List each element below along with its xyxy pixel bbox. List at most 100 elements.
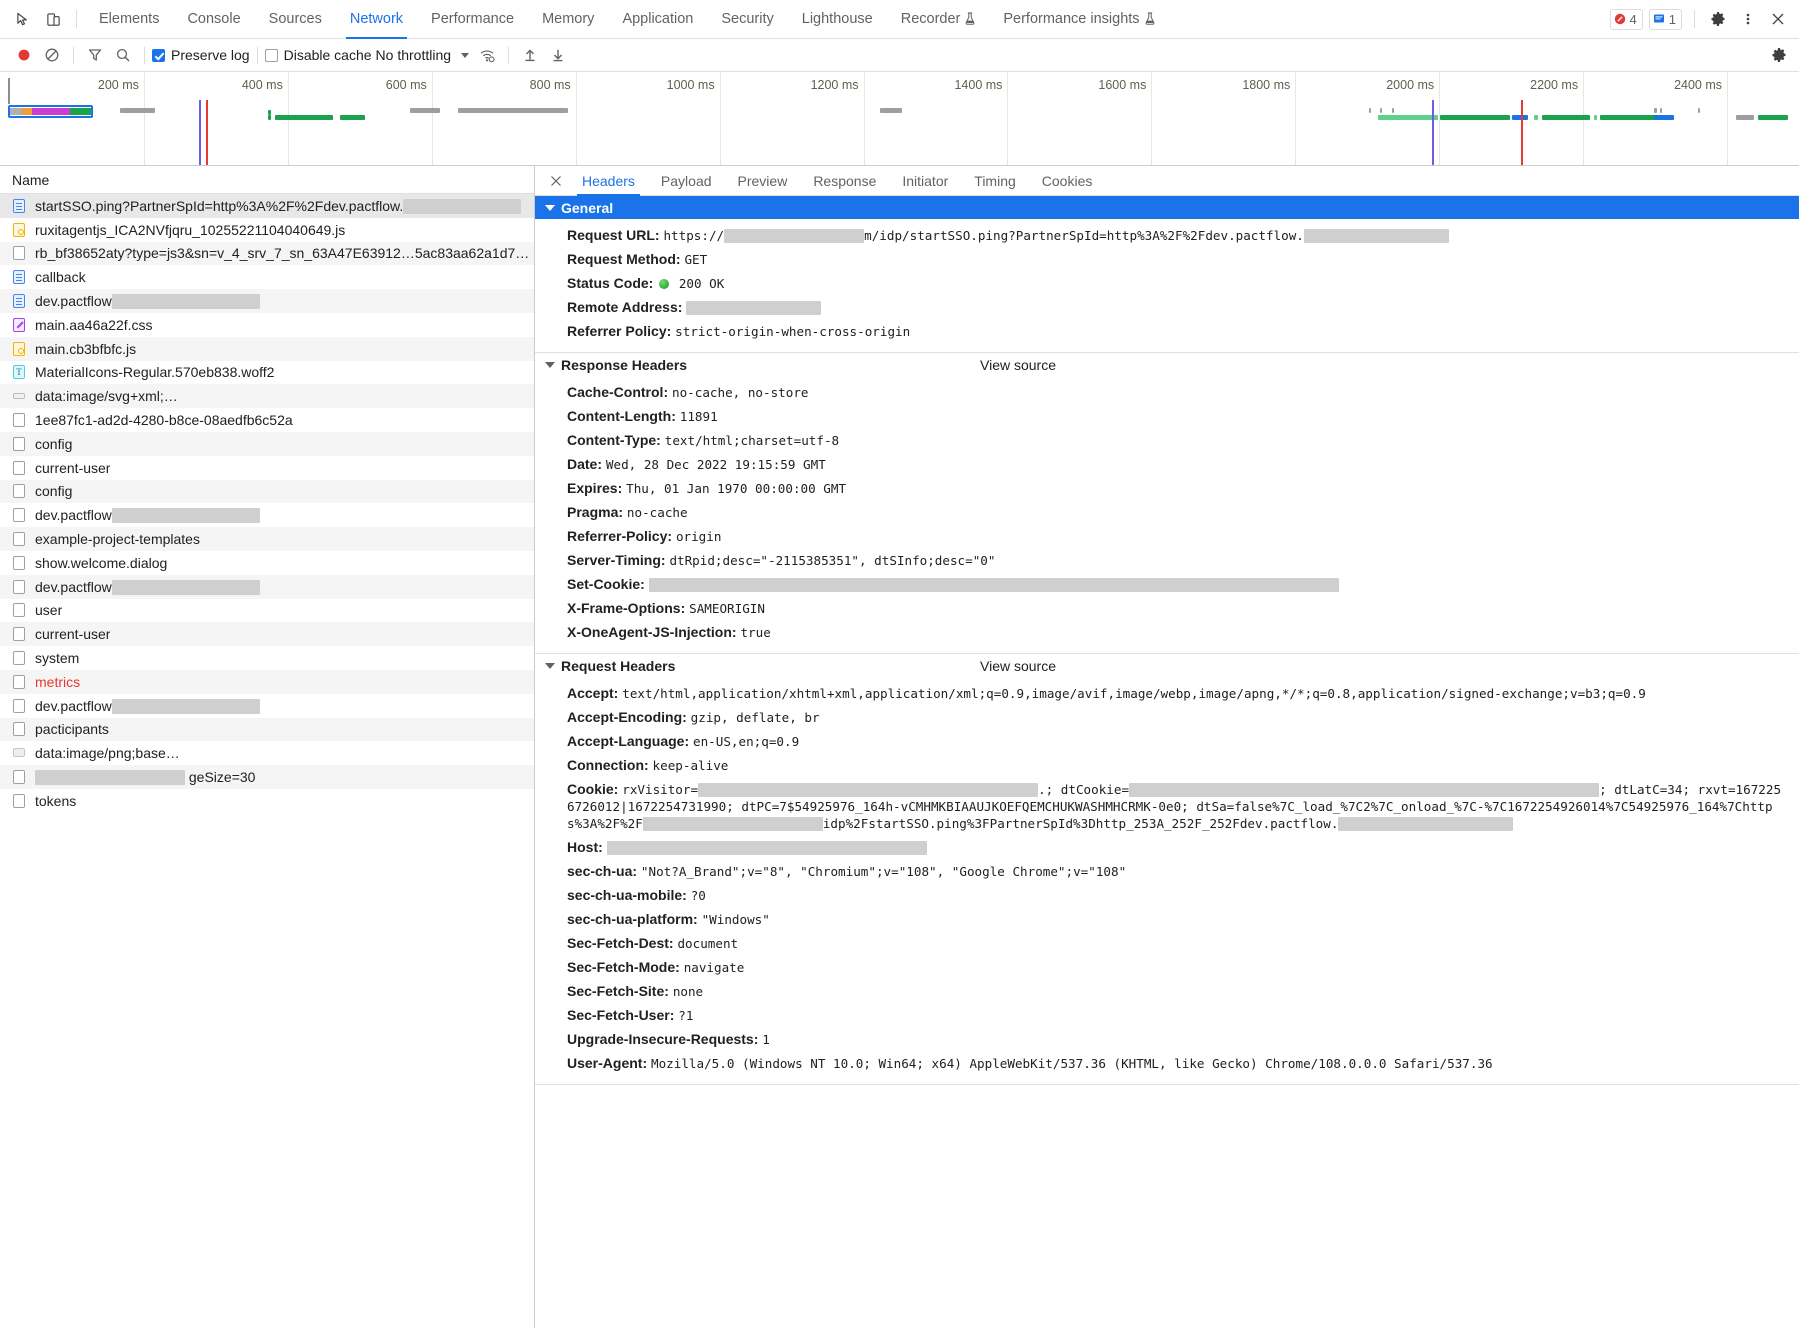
header-row[interactable]: sec-ch-ua-mobile: ?0 — [535, 883, 1799, 907]
panel-tab-performance[interactable]: Performance — [417, 0, 528, 39]
panel-tab-performance-insights[interactable]: Performance insights — [989, 0, 1168, 39]
header-row[interactable]: Date: Wed, 28 Dec 2022 19:15:59 GMT — [535, 452, 1799, 476]
header-row[interactable]: sec-ch-ua-platform: "Windows" — [535, 907, 1799, 931]
header-row[interactable]: X-Frame-Options: SAMEORIGIN — [535, 596, 1799, 620]
header-row[interactable]: Server-Timing: dtRpid;desc="-2115385351"… — [535, 548, 1799, 572]
section-header-response-headers[interactable]: Response Headers View source — [535, 353, 1799, 376]
request-row[interactable]: user — [0, 599, 534, 623]
header-row[interactable]: Accept: text/html,application/xhtml+xml,… — [535, 681, 1799, 705]
request-row[interactable]: dev.pactflow — [0, 503, 534, 527]
header-row[interactable]: Content-Length: 11891 — [535, 404, 1799, 428]
section-header-general[interactable]: General — [535, 196, 1799, 219]
request-row[interactable]: tokens — [0, 789, 534, 813]
request-row[interactable]: current-user — [0, 622, 534, 647]
view-source-link[interactable]: View source — [980, 357, 1056, 373]
header-row[interactable]: Cookie: rxVisitor=.; dtCookie=; dtLatC=3… — [535, 777, 1799, 835]
header-row[interactable]: Cache-Control: no-cache, no-store — [535, 380, 1799, 404]
detail-tab-cookies[interactable]: Cookies — [1029, 166, 1106, 196]
header-row[interactable]: Status Code: 200 OK — [535, 271, 1799, 295]
request-row[interactable]: example-project-templates — [0, 527, 534, 551]
request-row[interactable]: main.cb3bfbfc.js — [0, 336, 534, 361]
request-row[interactable]: ruxitagentjs_ICA2NVfjqru_102552211040406… — [0, 218, 534, 242]
request-row[interactable]: pacticipants — [0, 717, 534, 742]
request-row[interactable]: callback — [0, 265, 534, 289]
message-count-badge[interactable]: 1 — [1648, 8, 1682, 30]
header-row[interactable]: Sec-Fetch-User: ?1 — [535, 1003, 1799, 1027]
preserve-log-checkbox-box[interactable] — [152, 48, 165, 62]
header-row[interactable]: Request URL: https://m/idp/startSSO.ping… — [535, 223, 1799, 247]
detail-tab-preview[interactable]: Preview — [725, 166, 801, 196]
request-row[interactable]: config — [0, 479, 534, 504]
request-row[interactable]: rb_bf38652aty?type=js3&sn=v_4_srv_7_sn_6… — [0, 241, 534, 266]
header-row[interactable]: Accept-Language: en-US,en;q=0.9 — [535, 729, 1799, 753]
request-row[interactable]: 1ee87fc1-ad2d-4280-b8ce-08aedfb6c52a — [0, 408, 534, 432]
gear-icon[interactable] — [1703, 5, 1733, 33]
header-row[interactable]: Connection: keep-alive — [535, 753, 1799, 777]
header-row[interactable]: Host: — [535, 835, 1799, 859]
network-settings-gear-icon[interactable] — [1765, 42, 1793, 68]
request-row[interactable]: data:image/svg+xml;… — [0, 384, 534, 409]
request-row[interactable]: show.welcome.dialog — [0, 551, 534, 575]
header-row[interactable]: Sec-Fetch-Mode: navigate — [535, 955, 1799, 979]
panel-tab-lighthouse[interactable]: Lighthouse — [788, 0, 887, 39]
inspect-element-icon[interactable] — [8, 5, 38, 33]
disable-cache-checkbox-box[interactable] — [264, 48, 278, 62]
device-toolbar-icon[interactable] — [38, 5, 68, 33]
header-row[interactable]: Referrer Policy: strict-origin-when-cros… — [535, 319, 1799, 343]
panel-tab-network[interactable]: Network — [336, 0, 417, 39]
panel-tab-console[interactable]: Console — [173, 0, 254, 39]
close-icon[interactable] — [1763, 5, 1793, 33]
header-row[interactable]: Content-Type: text/html;charset=utf-8 — [535, 428, 1799, 452]
request-row[interactable]: dev.pactflow — [0, 289, 534, 313]
more-vertical-icon[interactable] — [1733, 5, 1763, 33]
header-row[interactable]: Accept-Encoding: gzip, deflate, br — [535, 705, 1799, 729]
header-row[interactable]: Remote Address: — [535, 295, 1799, 319]
detail-tab-headers[interactable]: Headers — [569, 166, 648, 196]
request-row[interactable]: startSSO.ping?PartnerSpId=http%3A%2F%2Fd… — [0, 194, 534, 218]
header-row[interactable]: X-OneAgent-JS-Injection: true — [535, 620, 1799, 644]
error-count-badge[interactable]: 4 — [1609, 8, 1643, 30]
panel-tab-recorder[interactable]: Recorder — [887, 0, 990, 39]
throttling-select[interactable]: No throttling — [372, 47, 473, 63]
detail-tab-response[interactable]: Response — [800, 166, 889, 196]
header-row[interactable]: Pragma: no-cache — [535, 500, 1799, 524]
close-detail-icon[interactable] — [543, 166, 569, 195]
request-row[interactable]: geSize=30 — [0, 765, 534, 789]
header-row[interactable]: User-Agent: Mozilla/5.0 (Windows NT 10.0… — [535, 1051, 1799, 1075]
detail-tab-payload[interactable]: Payload — [648, 166, 725, 196]
request-row[interactable]: current-user — [0, 456, 534, 480]
header-row[interactable]: Set-Cookie: — [535, 572, 1799, 596]
detail-tab-initiator[interactable]: Initiator — [889, 166, 961, 196]
request-list-header[interactable]: Name — [0, 166, 534, 194]
clear-button[interactable] — [38, 42, 66, 68]
request-row[interactable]: main.aa46a22f.css — [0, 313, 534, 337]
request-row[interactable]: MaterialIcons-Regular.570eb838.woff2 — [0, 361, 534, 385]
preserve-log-checkbox[interactable]: Preserve log — [152, 47, 250, 63]
search-icon[interactable] — [109, 42, 137, 68]
request-row[interactable]: dev.pactflow — [0, 574, 534, 599]
header-row[interactable]: Referrer-Policy: origin — [535, 524, 1799, 548]
panel-tab-sources[interactable]: Sources — [255, 0, 336, 39]
header-row[interactable]: Request Method: GET — [535, 247, 1799, 271]
header-row[interactable]: sec-ch-ua: "Not?A_Brand";v="8", "Chromiu… — [535, 859, 1799, 883]
header-row[interactable]: Upgrade-Insecure-Requests: 1 — [535, 1027, 1799, 1051]
header-row[interactable]: Expires: Thu, 01 Jan 1970 00:00:00 GMT — [535, 476, 1799, 500]
panel-tab-elements[interactable]: Elements — [85, 0, 173, 39]
header-row[interactable]: Sec-Fetch-Site: none — [535, 979, 1799, 1003]
record-button[interactable] — [10, 42, 38, 68]
network-overview-timeline[interactable]: 200 ms 400 ms 600 ms 800 ms 1000 ms 1200 ms 14… — [0, 72, 1799, 166]
request-row[interactable]: config — [0, 431, 534, 456]
request-row[interactable]: data:image/png;base… — [0, 741, 534, 765]
filter-icon[interactable] — [81, 42, 109, 68]
request-row[interactable]: dev.pactflow — [0, 694, 534, 718]
panel-tab-security[interactable]: Security — [707, 0, 787, 39]
panel-tab-memory[interactable]: Memory — [528, 0, 608, 39]
export-har-icon[interactable] — [544, 42, 572, 68]
import-har-icon[interactable] — [516, 42, 544, 68]
request-row[interactable]: system — [0, 646, 534, 670]
network-conditions-icon[interactable] — [473, 42, 501, 68]
header-row[interactable]: Sec-Fetch-Dest: document — [535, 931, 1799, 955]
request-row[interactable]: metrics — [0, 669, 534, 694]
view-source-link[interactable]: View source — [980, 658, 1056, 674]
disable-cache-checkbox[interactable]: Disable cache — [264, 47, 372, 63]
